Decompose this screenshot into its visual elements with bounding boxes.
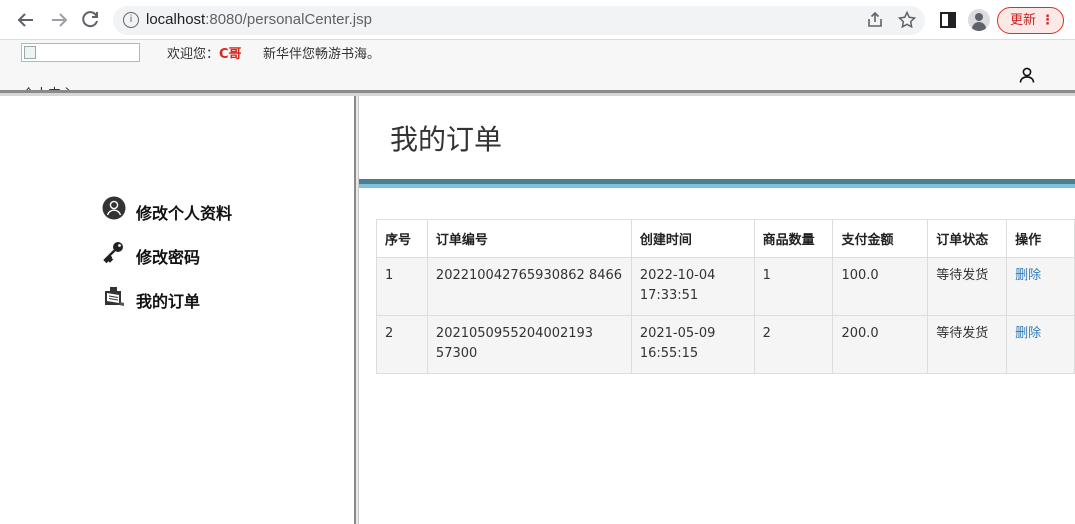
cell-amount: 100.0 <box>832 257 929 316</box>
share-icon[interactable] <box>865 10 885 30</box>
table-header-row: 序号 订单编号 创建时间 商品数量 支付金额 订单状态 操作 <box>376 219 1075 258</box>
delete-order-link[interactable]: 删除 <box>1006 257 1075 316</box>
cell-created: 2021-05-09 16:55:15 <box>630 315 755 374</box>
created-time: 17:33:51 <box>639 288 699 303</box>
sidebar-item-change-password[interactable]: 修改密码 <box>102 240 302 267</box>
info-icon[interactable]: i <box>123 12 139 28</box>
url-host: localhost <box>146 11 206 28</box>
col-header-order-no: 订单编号 <box>426 219 632 258</box>
reload-icon[interactable] <box>78 8 102 32</box>
cell-qty: 2 <box>753 315 834 374</box>
sidebar-item-edit-profile[interactable]: 修改个人资料 <box>102 196 302 223</box>
orders-table: 序号 订单编号 创建时间 商品数量 支付金额 订单状态 操作 1 2022100… <box>376 219 1075 374</box>
created-date: 2021-05-09 <box>639 326 716 341</box>
col-header-amount: 支付金额 <box>832 219 929 258</box>
bookmark-star-icon[interactable] <box>897 10 917 30</box>
col-header-index: 序号 <box>376 219 428 258</box>
cell-order-no: 202210042765930862 8466 <box>426 257 632 316</box>
slogan: 新华伴您畅游书海。 <box>263 47 381 62</box>
broken-image-icon <box>24 46 36 59</box>
cell-created: 2022-10-04 17:33:51 <box>630 257 755 316</box>
col-header-status: 订单状态 <box>927 219 1008 258</box>
back-icon[interactable] <box>14 8 38 32</box>
sidebar-item-label: 修改个人资料 <box>136 204 233 223</box>
created-time: 16:55:15 <box>639 346 699 361</box>
sidebar-item-label: 我的订单 <box>136 292 201 311</box>
profile-avatar-icon[interactable] <box>968 9 990 31</box>
browser-toolbar: i localhost:8080/personalCenter.jsp 更新 ⋮ <box>0 0 1075 40</box>
site-header: 欢迎您：C哥 新华伴您畅游书海。 个人中心 <box>0 40 1075 91</box>
broken-logo-image <box>21 43 140 62</box>
cell-amount: 200.0 <box>832 315 929 374</box>
cell-qty: 1 <box>753 257 834 316</box>
col-header-qty: 商品数量 <box>753 219 834 258</box>
update-button[interactable]: 更新 ⋮ <box>997 7 1064 34</box>
delete-order-link[interactable]: 删除 <box>1006 315 1075 374</box>
update-label: 更新 <box>1010 13 1037 28</box>
main-content: 我的订单 序号 订单编号 创建时间 商品数量 支付金额 订单状态 操作 1 20… <box>359 96 1075 524</box>
table-row: 2 2021050955204002193 57300 2021-05-09 16… <box>376 315 1075 374</box>
order-clipboard-icon <box>102 284 126 308</box>
more-menu-icon[interactable]: ⋮ <box>1041 8 1054 33</box>
cell-index: 1 <box>376 257 428 316</box>
table-row: 1 202210042765930862 8466 2022-10-04 17:3… <box>376 257 1075 316</box>
cell-status: 等待发货 <box>927 315 1008 374</box>
url-text[interactable]: localhost:8080/personalCenter.jsp <box>146 11 372 28</box>
welcome-prefix: 欢迎您： <box>167 47 220 62</box>
cell-status: 等待发货 <box>927 257 1008 316</box>
url-path: :8080/personalCenter.jsp <box>205 11 372 28</box>
created-date: 2022-10-04 <box>639 268 716 283</box>
title-underline-light <box>359 184 1075 188</box>
key-icon <box>102 240 126 264</box>
forward-icon[interactable] <box>47 8 71 32</box>
user-circle-icon <box>102 196 126 220</box>
cell-index: 2 <box>376 315 428 374</box>
sidebar-item-my-orders[interactable]: 我的订单 <box>102 284 302 311</box>
sidebar-item-label: 修改密码 <box>136 248 201 267</box>
address-bar[interactable]: i localhost:8080/personalCenter.jsp <box>113 6 925 35</box>
welcome-text: 欢迎您：C哥 <box>167 43 242 62</box>
page-title: 我的订单 <box>390 123 503 156</box>
side-panel-icon[interactable] <box>937 9 959 31</box>
username: C哥 <box>219 47 242 62</box>
col-header-action: 操作 <box>1006 219 1075 258</box>
user-icon[interactable] <box>1018 66 1036 84</box>
cell-order-no: 2021050955204002193 57300 <box>426 315 632 374</box>
sidebar: 修改个人资料 修改密码 我的订单 <box>4 96 354 524</box>
col-header-created: 创建时间 <box>630 219 755 258</box>
